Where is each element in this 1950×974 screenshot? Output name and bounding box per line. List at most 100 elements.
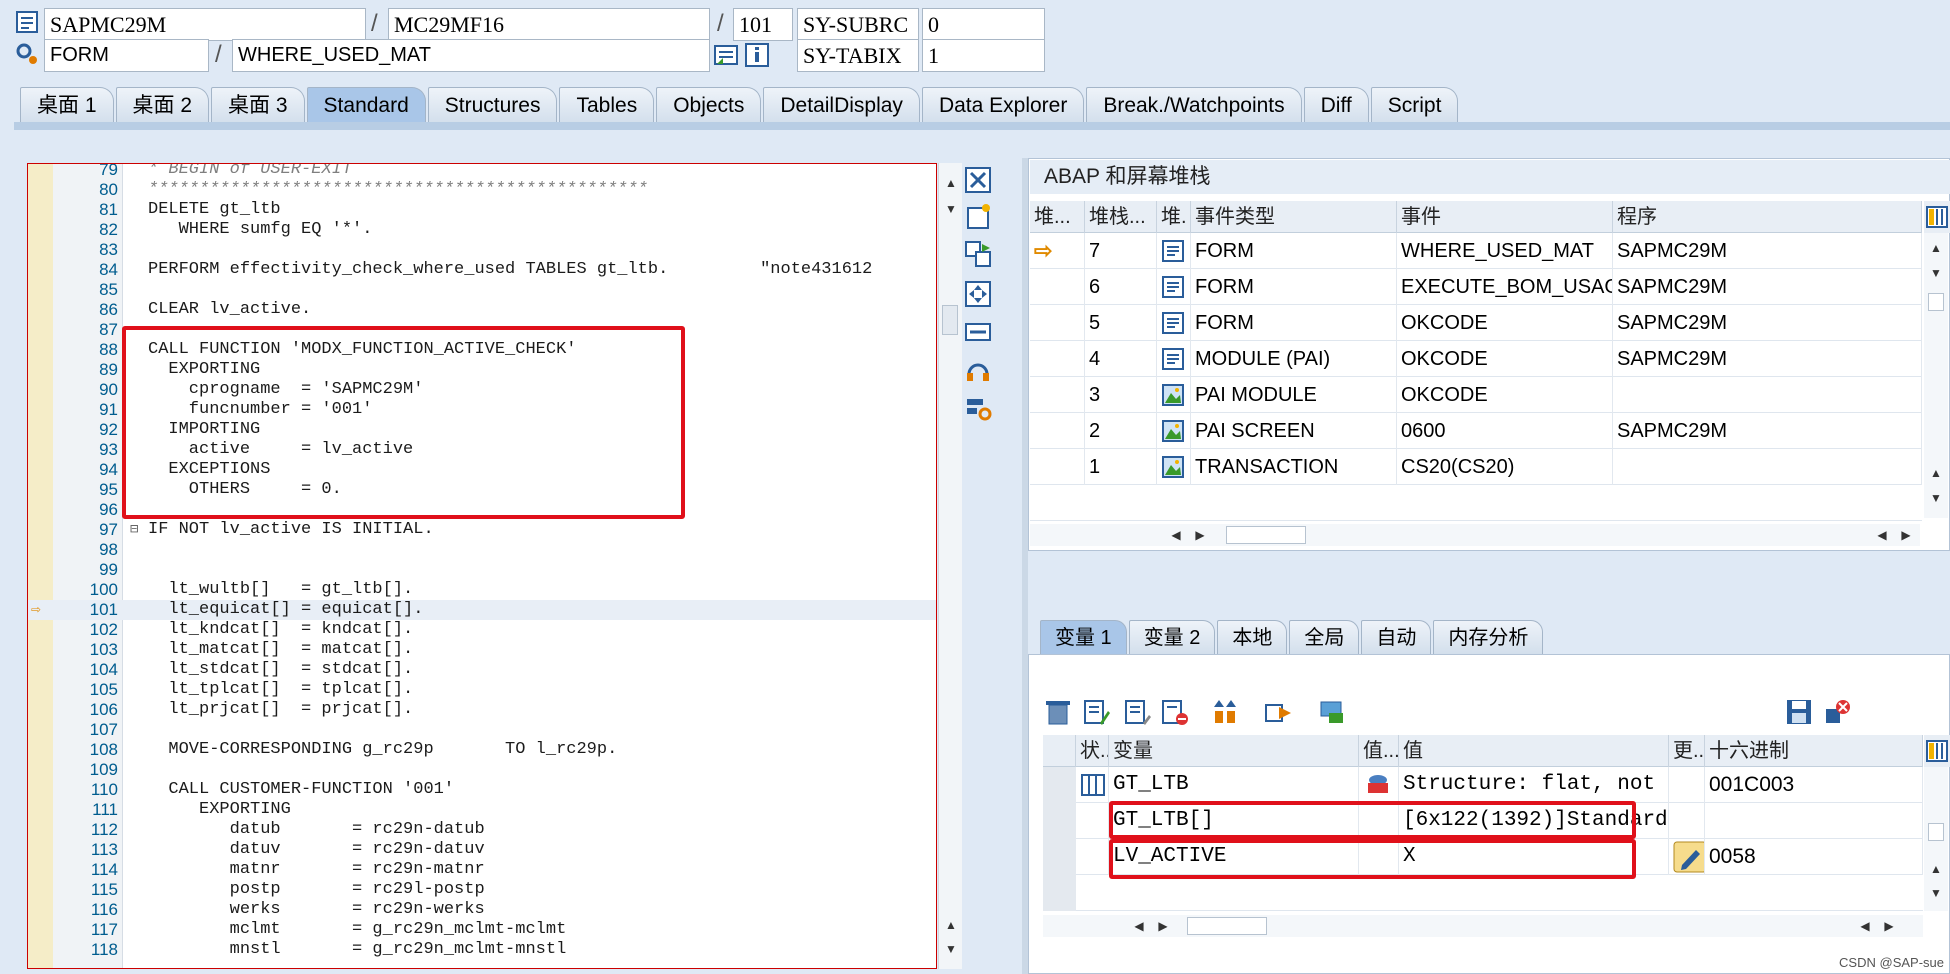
scroll-left-icon[interactable]: ◀ [1129,916,1149,936]
scroll-up-icon[interactable]: ▲ [941,173,961,193]
scroll-thumb[interactable] [1187,917,1267,935]
include-field[interactable]: MC29MF16 [388,8,710,41]
code-line[interactable]: 84 PERFORM effectivity_check_where_used T… [28,260,936,280]
edit-list-icon[interactable] [1082,697,1112,727]
code-line[interactable]: 118 mnstl = g_rc29n_mclmt-mnstl [28,940,936,960]
code-line[interactable]: 85 [28,280,936,300]
stack-col-header[interactable]: 堆... [1030,201,1085,233]
transfer-icon[interactable] [1263,697,1293,727]
scroll-thumb[interactable] [1928,823,1944,841]
close-tool-icon[interactable] [964,166,992,194]
var-change-cell[interactable] [1669,767,1705,803]
tab-2[interactable]: 桌面 3 [211,87,305,123]
scroll-up-icon[interactable]: ▲ [1926,859,1946,879]
code-line[interactable]: 105 lt_tplcat[] = tplcat[]. [28,680,936,700]
scroll-thumb[interactable] [1226,526,1306,544]
var-tab-0[interactable]: 变量 1 [1040,620,1127,654]
code-line[interactable]: 104 lt_stdcat[] = stdcat[]. [28,660,936,680]
scroll-down-icon[interactable]: ▼ [1926,488,1946,508]
program-field[interactable]: SAPMC29M [44,8,366,41]
tab-10[interactable]: Diff [1303,87,1369,123]
stack-row[interactable]: 2 PAI SCREEN 0600 SAPMC29M [1030,413,1922,449]
code-line[interactable]: 81 DELETE gt_ltb [28,200,936,220]
code-line[interactable]: 108 MOVE-CORRESPONDING g_rc29p TO l_rc29… [28,740,936,760]
var-tab-1[interactable]: 变量 2 [1128,620,1216,654]
code-line[interactable]: 80 **************************************… [28,180,936,200]
scroll-left-icon[interactable]: ◀ [1166,525,1186,545]
tab-11[interactable]: Script [1370,87,1459,123]
scroll-down-icon[interactable]: ▼ [941,199,961,219]
sysvalue-1[interactable]: 0 [922,8,1045,41]
stack-row[interactable]: 5 FORM OKCODE SAPMC29M [1030,305,1922,341]
stack-row[interactable]: 6 FORM EXECUTE_BOM_USAGE SAPMC29M [1030,269,1922,305]
tab-6[interactable]: Objects [656,87,762,123]
code-line[interactable]: 102 lt_kndcat[] = kndcat[]. [28,620,936,640]
scroll-right-icon[interactable]: ▶ [1153,916,1173,936]
var-col-header[interactable]: 十六进制 [1705,735,1923,767]
sysfield-2[interactable]: SY-TABIX [797,39,919,72]
config-reset-icon[interactable] [1823,697,1853,727]
code-line[interactable]: 100 lt_wultb[] = gt_ltb[]. [28,580,936,600]
scroll-down-icon[interactable]: ▼ [1926,883,1946,903]
code-line[interactable]: 86 CLEAR lv_active. [28,300,936,320]
type-field[interactable]: FORM [44,39,209,72]
code-line[interactable]: 79 * BEGIN of USER-EXIT [28,164,936,180]
code-line[interactable]: 99 [28,560,936,580]
scroll-left-icon[interactable]: ◀ [1855,916,1875,936]
stack-col-header[interactable]: 程序 [1613,201,1922,233]
services-tool-icon[interactable] [964,394,992,422]
stack-row[interactable]: 3 PAI MODULE OKCODE [1030,377,1922,413]
code-line[interactable]: 109 [28,760,936,780]
var-change-cell[interactable] [1669,803,1705,839]
var-col-header[interactable]: 变量 [1109,735,1359,767]
variables-hscroll[interactable]: ◀ ▶ ◀ ▶ [1043,915,1923,937]
var-col-header[interactable]: 值... [1359,735,1399,767]
display-source-icon[interactable] [713,42,739,68]
tab-7[interactable]: DetailDisplay [763,87,920,123]
stack-vscroll[interactable]: ▲ ▼ ▲ ▼ [1924,233,1948,518]
stack-col-header[interactable]: 堆栈... [1085,201,1157,233]
tab-0[interactable]: 桌面 1 [20,87,114,123]
filter-icon[interactable] [1318,697,1348,727]
code-line[interactable]: 115 postp = rc29l-postp [28,880,936,900]
expand-horizontal-icon[interactable] [964,318,992,346]
code-line[interactable]: 113 datuv = rc29n-datuv [28,840,936,860]
row-selector-column[interactable] [1043,767,1076,911]
variables-vscroll[interactable]: ▲ ▼ [1924,767,1948,911]
sysvalue-2[interactable]: 1 [922,39,1045,72]
tab-1[interactable]: 桌面 2 [115,87,210,123]
var-value-cell[interactable]: Structure: flat, not char [1399,767,1669,803]
scroll-up-icon[interactable]: ▲ [941,915,961,935]
scroll-down-icon[interactable]: ▼ [1926,263,1946,283]
list-icon[interactable] [1123,697,1153,727]
maximize-tool-icon[interactable] [964,280,992,308]
line-number-field[interactable]: 101 [733,8,793,41]
var-tab-2[interactable]: 本地 [1217,620,1288,654]
var-tab-4[interactable]: 自动 [1361,620,1432,654]
stack-col-header[interactable]: 事件类型 [1191,201,1397,233]
stack-col-header[interactable]: 堆. [1157,201,1191,233]
scroll-right-icon[interactable]: ▶ [1190,525,1210,545]
code-line[interactable]: 117 mclmt = g_rc29n_mclmt-mclmt [28,920,936,940]
swap-tool-icon[interactable] [964,240,992,268]
code-editor[interactable]: 79 * BEGIN of USER-EXIT 80 ****************… [27,163,937,969]
tab-4[interactable]: Structures [427,87,558,123]
code-line[interactable]: 103 lt_matcat[] = matcat[]. [28,640,936,660]
headset-tool-icon[interactable] [964,356,992,384]
code-line[interactable]: 83 [28,240,936,260]
stack-row[interactable]: 1 TRANSACTION CS20(CS20) [1030,449,1922,485]
delete-icon[interactable] [1043,697,1073,727]
var-name-cell[interactable]: GT_LTB [1109,767,1359,803]
var-col-header[interactable]: 更... [1669,735,1705,767]
code-line[interactable]: 97 IF NOT lv_active IS INITIAL. ⊟ [28,520,936,540]
fold-toggle-icon[interactable]: ⊟ [130,520,138,540]
code-line[interactable]: 112 datub = rc29n-datub [28,820,936,840]
scroll-right-icon[interactable]: ▶ [1896,525,1916,545]
scroll-right-icon[interactable]: ▶ [1879,916,1899,936]
var-tab-5[interactable]: 内存分析 [1433,620,1544,654]
var-col-header[interactable]: 状... [1076,735,1109,767]
code-line[interactable]: 98 [28,540,936,560]
info-icon[interactable] [744,42,770,68]
tab-3[interactable]: Standard [306,87,426,123]
tab-5[interactable]: Tables [559,87,655,123]
